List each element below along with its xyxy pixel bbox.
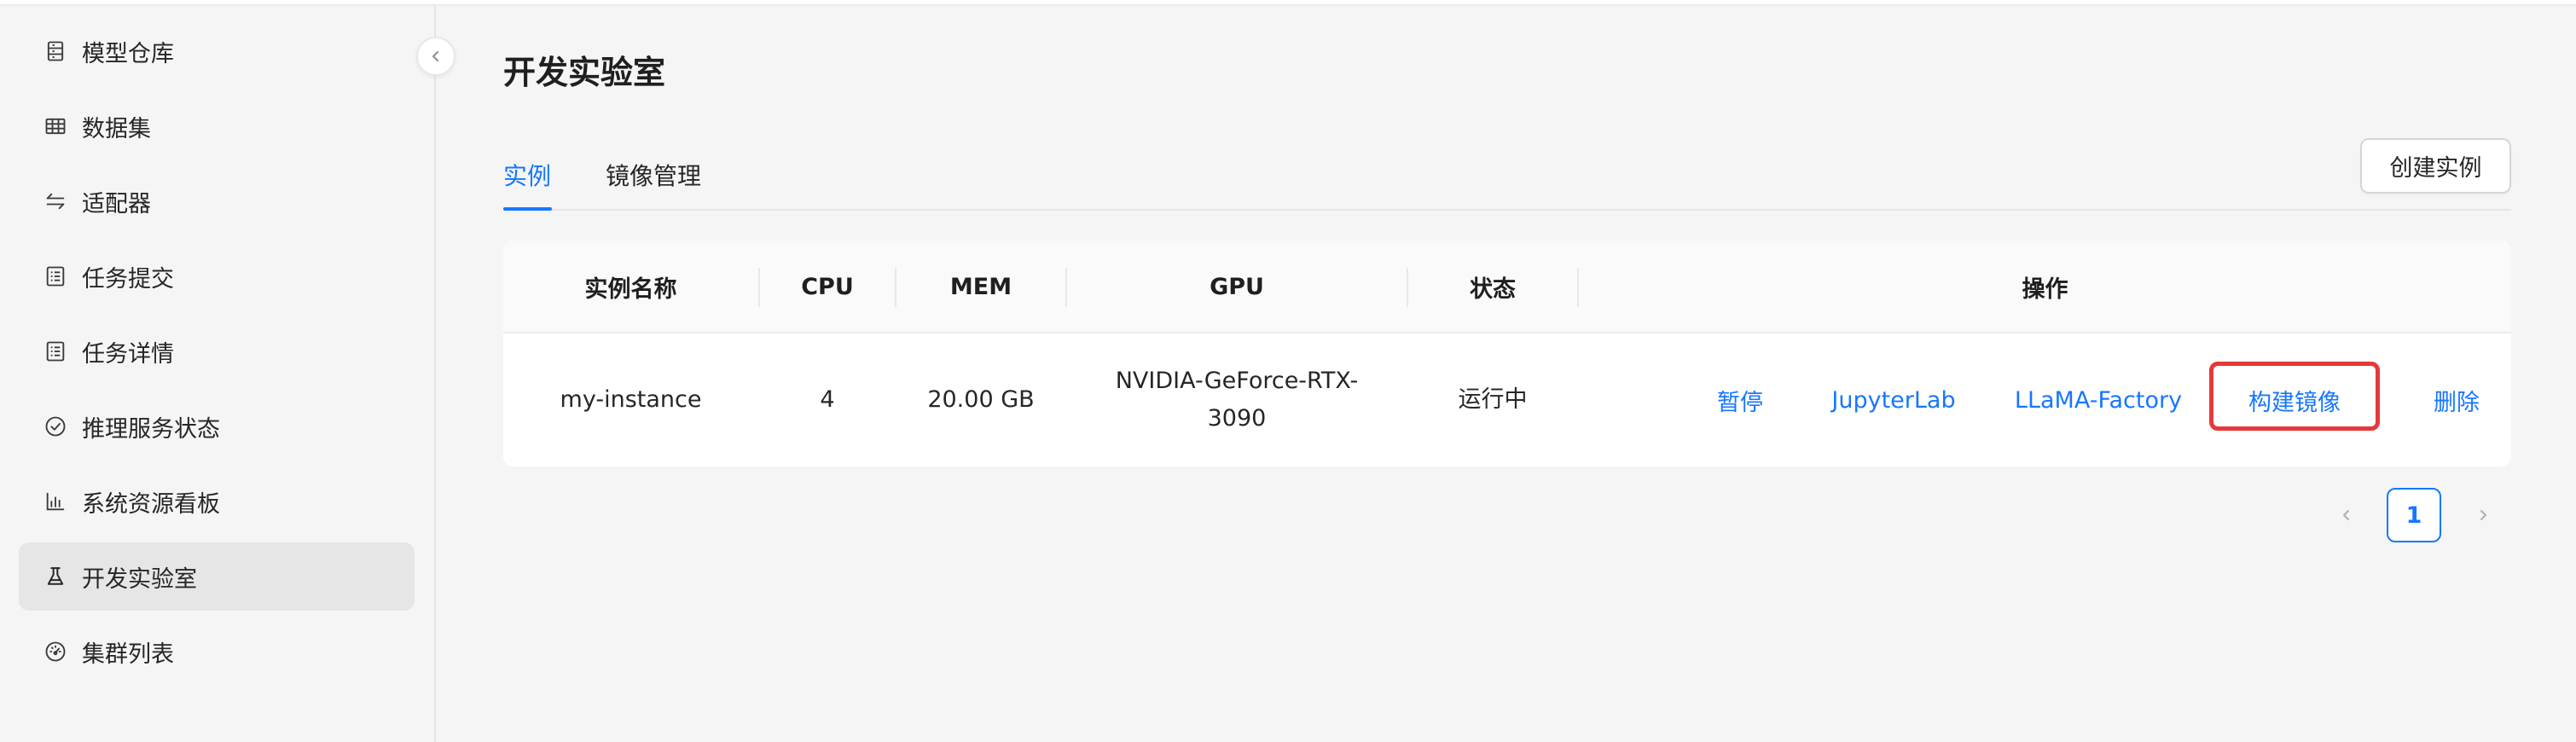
model-repository-icon bbox=[43, 38, 68, 64]
sidebar-item-resource-dashboard[interactable]: 系统资源看板 bbox=[19, 467, 415, 536]
list-document-icon bbox=[43, 264, 68, 289]
pagination-next-button[interactable] bbox=[2466, 488, 2500, 542]
column-header-gpu: GPU bbox=[1210, 274, 1264, 300]
sidebar-item-task-submit[interactable]: 任务提交 bbox=[19, 242, 415, 310]
tab-image-management[interactable]: 镜像管理 bbox=[606, 158, 701, 192]
sidebar: 模型仓库 数据集 适配器 任务提交 任务详情 推理服务状态 系统资源看板 开发实… bbox=[0, 6, 436, 742]
chevron-right-icon bbox=[2474, 507, 2492, 524]
swap-arrows-icon bbox=[43, 188, 68, 214]
cell-status: 运行中 bbox=[1458, 386, 1528, 413]
column-header-name: 实例名称 bbox=[584, 276, 677, 303]
tab-bar: 实例 镜像管理 bbox=[503, 141, 2511, 211]
dashboard-gauge-icon bbox=[43, 639, 68, 664]
app-root: 模型仓库 数据集 适配器 任务提交 任务详情 推理服务状态 系统资源看板 开发实… bbox=[0, 0, 2576, 742]
tab-label: 实例 bbox=[503, 162, 552, 190]
sidebar-item-model-repository[interactable]: 模型仓库 bbox=[19, 17, 415, 85]
cell-mem: 20.00 GB bbox=[927, 386, 1035, 413]
list-document-icon bbox=[43, 339, 68, 364]
sidebar-item-label: 任务提交 bbox=[82, 265, 174, 293]
top-divider bbox=[0, 0, 2576, 6]
sidebar-item-label: 推理服务状态 bbox=[82, 415, 220, 443]
table-header: 实例名称 CPU MEM GPU 状态 操作 bbox=[503, 241, 2511, 333]
llama-factory-link[interactable]: LLaMA-Factory bbox=[2005, 333, 2192, 467]
pause-link[interactable]: 暂停 bbox=[1697, 333, 1783, 467]
bar-chart-icon bbox=[43, 489, 68, 514]
sidebar-item-label: 集群列表 bbox=[82, 641, 174, 668]
instances-table: 实例名称 CPU MEM GPU 状态 操作 my-instance 4 20.… bbox=[503, 241, 2511, 467]
sidebar-item-adapters[interactable]: 适配器 bbox=[19, 167, 415, 235]
column-header-status: 状态 bbox=[1470, 276, 1516, 303]
tab-instances[interactable]: 实例 bbox=[503, 158, 551, 192]
sidebar-item-label: 数据集 bbox=[82, 115, 151, 142]
build-image-link[interactable]: 构建镜像 bbox=[2209, 333, 2380, 467]
table-row: my-instance 4 20.00 GB NVIDIA-GeForce-RT… bbox=[503, 333, 2511, 467]
sidebar-item-inference-status[interactable]: 推理服务状态 bbox=[19, 392, 415, 461]
table-grid-icon bbox=[43, 113, 68, 139]
sidebar-item-label: 开发实验室 bbox=[82, 565, 197, 593]
flask-icon bbox=[43, 564, 68, 589]
sidebar-item-label: 系统资源看板 bbox=[82, 490, 220, 518]
tab-label: 镜像管理 bbox=[606, 162, 702, 190]
sidebar-item-label: 适配器 bbox=[82, 190, 151, 217]
pagination-page-1[interactable]: 1 bbox=[2387, 488, 2441, 542]
sidebar-item-label: 任务详情 bbox=[82, 340, 174, 368]
sidebar-item-datasets[interactable]: 数据集 bbox=[19, 92, 415, 160]
gpu-model-line: 3090 bbox=[1207, 405, 1267, 432]
column-header-mem: MEM bbox=[949, 274, 1012, 300]
active-tab-indicator bbox=[503, 207, 552, 211]
page-title: 开发实验室 bbox=[503, 54, 666, 91]
sidebar-item-task-details[interactable]: 任务详情 bbox=[19, 317, 415, 385]
column-header-cpu: CPU bbox=[801, 274, 854, 300]
main-content: 开发实验室 实例 镜像管理 创建实例 实例名称 CPU MEM GPU 状态 操… bbox=[438, 6, 2576, 742]
chevron-left-icon bbox=[427, 48, 444, 65]
chevron-left-icon bbox=[2338, 507, 2355, 524]
jupyterlab-link[interactable]: JupyterLab bbox=[1817, 333, 1970, 467]
sidebar-item-label: 模型仓库 bbox=[82, 40, 174, 67]
cell-instance-name: my-instance bbox=[560, 386, 702, 413]
cell-cpu: 4 bbox=[820, 386, 835, 413]
column-header-actions: 操作 bbox=[2022, 276, 2068, 303]
cell-gpu: NVIDIA-GeForce-RTX- 3090 bbox=[1067, 333, 1407, 467]
pagination-prev-button[interactable] bbox=[2329, 488, 2364, 542]
sidebar-item-cluster-list[interactable]: 集群列表 bbox=[19, 617, 415, 686]
gpu-model-line: NVIDIA-GeForce-RTX- bbox=[1115, 368, 1359, 394]
create-instance-button[interactable]: 创建实例 bbox=[2360, 138, 2511, 194]
delete-link[interactable]: 删除 bbox=[2414, 333, 2499, 467]
sidebar-collapse-button[interactable] bbox=[416, 37, 455, 76]
check-circle-icon bbox=[43, 414, 68, 439]
sidebar-item-dev-lab[interactable]: 开发实验室 bbox=[19, 542, 415, 611]
